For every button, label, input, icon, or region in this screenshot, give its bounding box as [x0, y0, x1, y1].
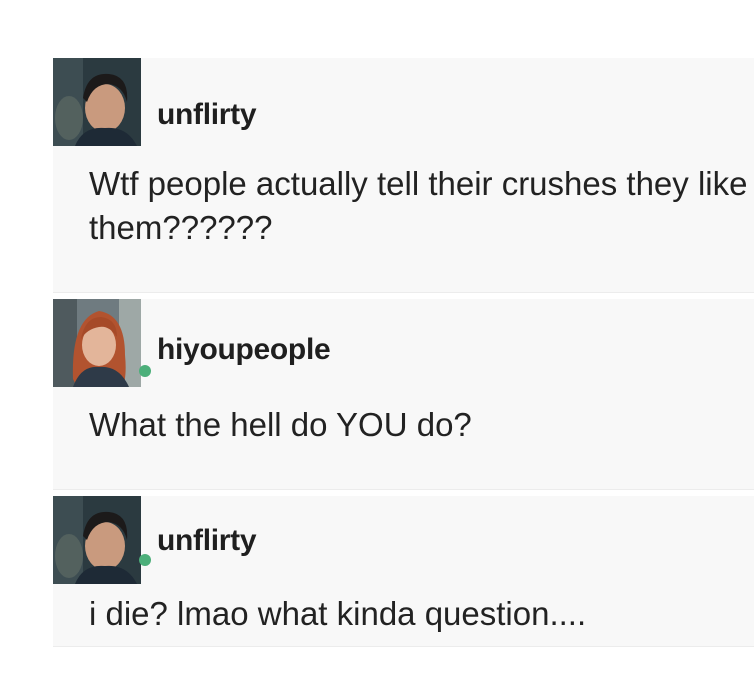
username[interactable]: hiyoupeople	[157, 333, 331, 367]
avatar[interactable]	[53, 58, 141, 146]
online-status-dot	[139, 365, 151, 377]
post-text: What the hell do YOU do?	[89, 406, 472, 443]
post-text: i die? lmao what kinda question....	[89, 595, 587, 632]
post-text: Wtf people actually tell their crushes t…	[89, 165, 748, 246]
avatar[interactable]	[53, 299, 141, 387]
username[interactable]: unflirty	[157, 98, 257, 132]
reply-thread: unflirty Wtf people actually tell their …	[53, 58, 754, 647]
online-status-dot	[139, 554, 151, 566]
post: unflirty Wtf people actually tell their …	[53, 58, 754, 293]
post: hiyoupeople What the hell do YOU do?	[53, 299, 754, 490]
post: unflirty i die? lmao what kinda question…	[53, 496, 754, 647]
avatar[interactable]	[53, 496, 141, 584]
username[interactable]: unflirty	[157, 524, 257, 558]
